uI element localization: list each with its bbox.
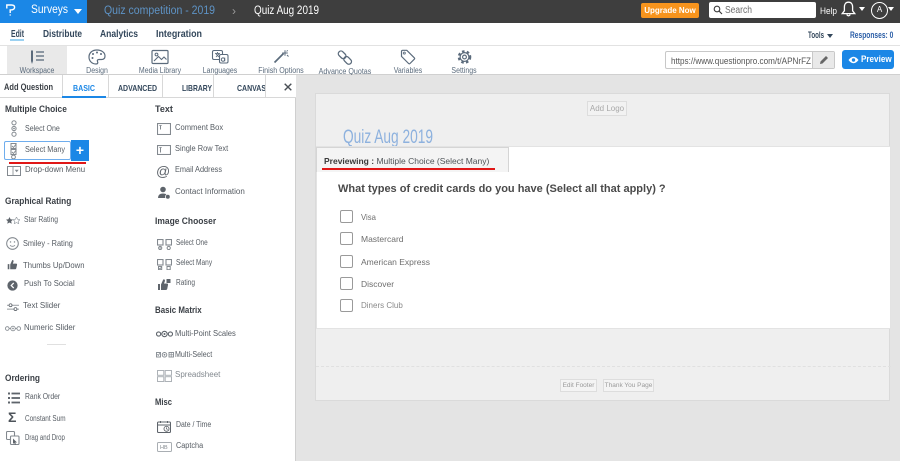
svg-text:HB: HB (160, 445, 168, 451)
